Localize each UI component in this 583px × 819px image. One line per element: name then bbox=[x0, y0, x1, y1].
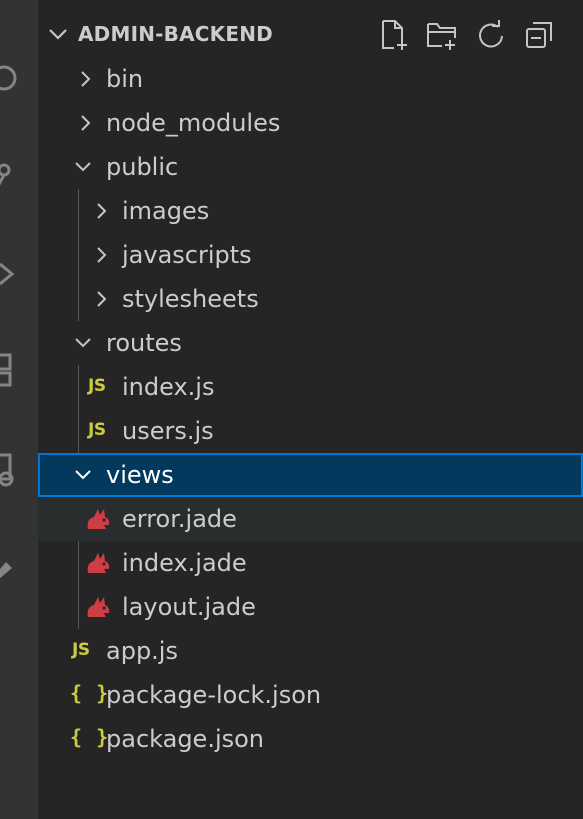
tree-item-label: images bbox=[122, 197, 210, 225]
activity-bar bbox=[0, 0, 38, 819]
tree-item-index-jade[interactable]: index.jade bbox=[38, 541, 583, 585]
js-file-icon: JS bbox=[72, 640, 90, 660]
chevron-right-icon bbox=[92, 246, 110, 264]
tree-item-app-js[interactable]: JS app.js bbox=[38, 629, 583, 673]
tree-item-label: stylesheets bbox=[122, 285, 259, 313]
refresh-icon[interactable] bbox=[474, 18, 508, 52]
collapse-all-icon[interactable] bbox=[523, 18, 557, 52]
workspace-title[interactable]: ADMIN-BACKEND bbox=[78, 22, 273, 46]
tree-item-label: node_modules bbox=[106, 109, 281, 137]
chevron-right-icon bbox=[92, 202, 110, 220]
tree-item-label: index.jade bbox=[122, 549, 247, 577]
tree-item-routes[interactable]: routes bbox=[38, 321, 583, 365]
new-file-icon[interactable] bbox=[378, 18, 412, 52]
chevron-down-icon bbox=[74, 466, 92, 484]
explorer-panel: ADMIN-BACKEND bin node_modules public im… bbox=[38, 0, 583, 819]
tree-item-package-json[interactable]: { } package.json bbox=[38, 717, 583, 761]
tree-item-node-modules[interactable]: node_modules bbox=[38, 101, 583, 145]
jade-file-icon bbox=[84, 549, 112, 581]
new-folder-icon[interactable] bbox=[425, 18, 459, 52]
tree-item-label: package.json bbox=[106, 725, 265, 753]
chevron-right-icon bbox=[92, 290, 110, 308]
tree-item-error-jade[interactable]: error.jade bbox=[38, 497, 583, 541]
tree-item-users-js[interactable]: JS users.js bbox=[38, 409, 583, 453]
json-file-icon: { } bbox=[70, 725, 110, 749]
tree-item-label: javascripts bbox=[122, 241, 252, 269]
tree-item-package-lock-json[interactable]: { } package-lock.json bbox=[38, 673, 583, 717]
tree-item-label: package-lock.json bbox=[106, 681, 322, 709]
pin-icon[interactable] bbox=[0, 548, 38, 588]
tree-item-label: users.js bbox=[122, 417, 214, 445]
chevron-right-icon bbox=[76, 70, 94, 88]
chevron-down-icon bbox=[74, 158, 92, 176]
tree-item-label: views bbox=[106, 461, 174, 489]
extensions-icon[interactable] bbox=[0, 345, 38, 387]
tree-item-label: layout.jade bbox=[122, 593, 256, 621]
tree-item-views[interactable]: views bbox=[38, 453, 583, 497]
tree-item-stylesheets[interactable]: stylesheets bbox=[38, 277, 583, 321]
js-file-icon: JS bbox=[88, 420, 106, 440]
tree-item-label: index.js bbox=[122, 373, 215, 401]
tree-item-javascripts[interactable]: javascripts bbox=[38, 233, 583, 277]
tree-item-label: bin bbox=[106, 65, 144, 93]
tree-item-bin[interactable]: bin bbox=[38, 57, 583, 101]
tree-item-label: routes bbox=[106, 329, 182, 357]
jade-file-icon bbox=[84, 593, 112, 625]
tree-item-label: public bbox=[106, 153, 179, 181]
tree-item-layout-jade[interactable]: layout.jade bbox=[38, 585, 583, 629]
run-debug-icon[interactable] bbox=[0, 252, 38, 292]
file-tree: bin node_modules public images javascrip… bbox=[38, 57, 583, 761]
tree-item-routes-index-js[interactable]: JS index.js bbox=[38, 365, 583, 409]
chevron-right-icon bbox=[76, 114, 94, 132]
json-file-icon: { } bbox=[70, 681, 110, 705]
source-control-icon[interactable] bbox=[0, 152, 38, 192]
jade-file-icon bbox=[84, 505, 112, 537]
chevron-down-icon bbox=[74, 334, 92, 352]
chevron-down-icon[interactable] bbox=[46, 22, 70, 50]
tree-item-images[interactable]: images bbox=[38, 189, 583, 233]
tree-item-public[interactable]: public bbox=[38, 145, 583, 189]
search-icon[interactable] bbox=[0, 58, 38, 98]
js-file-icon: JS bbox=[88, 376, 106, 396]
remote-explorer-icon[interactable] bbox=[0, 445, 38, 487]
tree-item-label: error.jade bbox=[122, 505, 237, 533]
tree-item-label: app.js bbox=[106, 637, 178, 665]
